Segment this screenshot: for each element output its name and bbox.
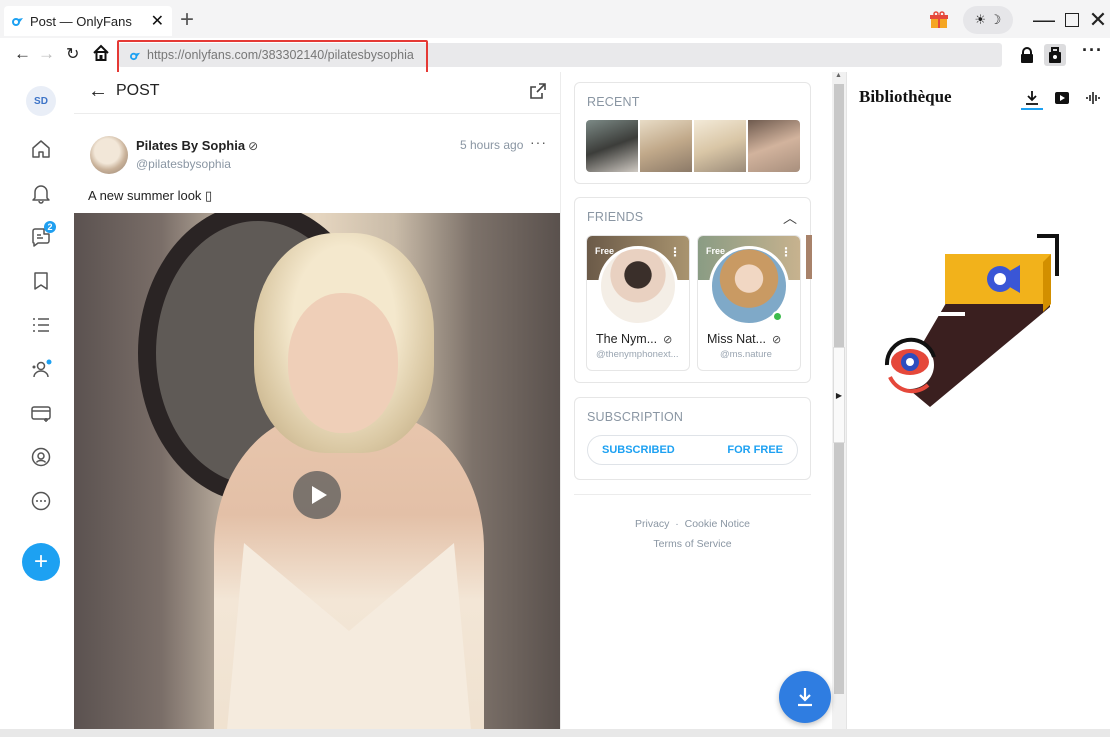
verified-icon: ⊘: [248, 139, 259, 153]
friends-title: FRIENDS: [587, 210, 644, 224]
recent-thumb[interactable]: [748, 120, 800, 172]
status-bar: [0, 729, 1110, 737]
title-bar: Post — OnlyFans ✕ + ☀ ☽ — ✕: [0, 0, 1110, 38]
author-handle[interactable]: @pilatesbysophia: [136, 157, 231, 171]
user-avatar[interactable]: SD: [26, 86, 56, 116]
minimize-icon[interactable]: —: [1032, 6, 1056, 34]
share-icon[interactable]: [529, 82, 547, 100]
bell-icon[interactable]: [30, 182, 52, 204]
panel-collapse-handle[interactable]: ▶: [833, 347, 845, 443]
chevron-up-icon[interactable]: ︿: [783, 208, 797, 228]
lock-icon[interactable]: [1016, 44, 1038, 66]
recent-thumb[interactable]: [640, 120, 692, 172]
profile-icon[interactable]: [30, 446, 52, 468]
video-tab-icon[interactable]: [1052, 88, 1072, 108]
tab-close-icon[interactable]: ✕: [151, 11, 164, 31]
recent-title: RECENT: [587, 95, 640, 109]
forward-icon[interactable]: →: [38, 44, 55, 64]
more-circle-icon[interactable]: [30, 490, 52, 512]
online-indicator: [772, 311, 783, 322]
privacy-link[interactable]: Privacy: [635, 518, 669, 530]
onlyfans-logo-icon: [12, 18, 23, 26]
footer-separator: ·: [675, 518, 679, 530]
recent-thumb[interactable]: [586, 120, 638, 172]
post-back-icon[interactable]: ←: [88, 80, 108, 103]
library-title: Bibliothèque: [859, 87, 952, 106]
messages-badge: 2: [44, 221, 56, 233]
maximize-icon[interactable]: [1060, 6, 1084, 34]
back-icon[interactable]: ←: [14, 44, 31, 64]
tab-title: Post — OnlyFans: [30, 13, 132, 29]
add-post-button[interactable]: +: [22, 543, 60, 581]
download-tab-icon[interactable]: [1022, 88, 1042, 108]
reload-icon[interactable]: ↻: [66, 44, 79, 64]
friend-card[interactable]: Free ⋮ Miss Nat... ⊘ @ms.nature: [697, 235, 801, 371]
post-time: 5 hours ago: [460, 138, 524, 152]
verified-icon: ⊘: [772, 334, 782, 346]
footer-links: Privacy · Cookie Notice Terms of Service: [574, 514, 811, 554]
photo-face: [288, 293, 398, 433]
address-highlight-box: [117, 40, 428, 75]
page-title: POST: [116, 82, 160, 99]
friend-avatar: [598, 246, 678, 326]
messages-icon[interactable]: 2: [30, 221, 56, 248]
download-icon: [798, 688, 812, 707]
active-tab-indicator: [1021, 108, 1043, 110]
more-menu-icon[interactable]: ···: [1082, 40, 1103, 61]
bookmark-icon[interactable]: [30, 270, 52, 292]
verified-icon: ⊘: [663, 334, 673, 346]
subscribed-label: SUBSCRIBED: [602, 444, 675, 456]
kebab-icon[interactable]: ⋮: [780, 245, 792, 259]
friend-name: The Nym... ⊘: [596, 332, 672, 346]
empty-library-illustration: [884, 234, 1059, 407]
play-icon[interactable]: [293, 471, 341, 519]
card-icon[interactable]: [30, 402, 52, 424]
subscription-title: SUBSCRIPTION: [587, 410, 684, 424]
post-header: ← POST: [74, 72, 560, 114]
left-sidebar: SD 2 +: [0, 72, 74, 737]
friend-handle: @ms.nature: [720, 349, 772, 360]
free-tag: Free: [706, 246, 726, 256]
recent-thumbnails[interactable]: [586, 120, 800, 172]
for-free-label: FOR FREE: [727, 444, 783, 456]
home-browser-icon[interactable]: [92, 44, 110, 67]
close-window-icon[interactable]: ✕: [1086, 6, 1110, 34]
home-icon[interactable]: [30, 138, 52, 160]
friends-card: FRIENDS ︿ Free ⋮ The Nym... ⊘ @thenymphon…: [574, 197, 812, 383]
cookie-notice-link[interactable]: Cookie Notice: [685, 518, 750, 530]
scroll-up-icon[interactable]: ▲: [835, 72, 842, 79]
library-panel: Bibliothèque: [846, 72, 1110, 737]
theme-toggle[interactable]: ☀ ☽: [963, 6, 1013, 34]
friend-name-text: The Nym...: [596, 332, 658, 346]
friend-name: Miss Nat... ⊘: [707, 332, 781, 346]
list-icon[interactable]: [30, 314, 52, 336]
friend-handle: @thenymphonext...: [596, 349, 679, 360]
subscription-card: SUBSCRIPTION SUBSCRIBED FOR FREE: [574, 397, 811, 480]
gift-icon[interactable]: [928, 6, 950, 34]
friend-card-peek: [806, 235, 812, 279]
subscriptions-icon[interactable]: [30, 358, 52, 380]
audio-tab-icon[interactable]: [1083, 88, 1103, 108]
new-tab-button[interactable]: +: [180, 6, 194, 34]
post-text: A new summer look ▯: [88, 188, 213, 203]
post-column: ← POST Pilates By Sophia ⊘ @pilatesbysoph…: [74, 72, 560, 737]
friend-card[interactable]: Free ⋮ The Nym... ⊘ @thenymphonext...: [586, 235, 690, 371]
footer-divider: [574, 494, 811, 495]
author-avatar[interactable]: [90, 136, 128, 174]
free-tag: Free: [595, 246, 615, 256]
download-button[interactable]: [779, 671, 831, 723]
recent-thumb[interactable]: [694, 120, 746, 172]
post-more-icon[interactable]: ···: [530, 134, 547, 150]
extension-icon[interactable]: [1044, 44, 1066, 66]
subscription-button[interactable]: SUBSCRIBED FOR FREE: [587, 435, 798, 465]
browser-tab[interactable]: Post — OnlyFans ✕: [4, 6, 172, 36]
post-video[interactable]: [74, 213, 560, 737]
widgets-column: RECENT FRIENDS ︿ Free ⋮ The Nym... ⊘ @the…: [560, 72, 832, 737]
kebab-icon[interactable]: ⋮: [669, 245, 681, 259]
friend-name-text: Miss Nat...: [707, 332, 767, 346]
author-name[interactable]: Pilates By Sophia ⊘: [136, 138, 258, 153]
author-name-text: Pilates By Sophia: [136, 138, 246, 153]
terms-link[interactable]: Terms of Service: [653, 538, 731, 550]
recent-card: RECENT: [574, 82, 811, 184]
